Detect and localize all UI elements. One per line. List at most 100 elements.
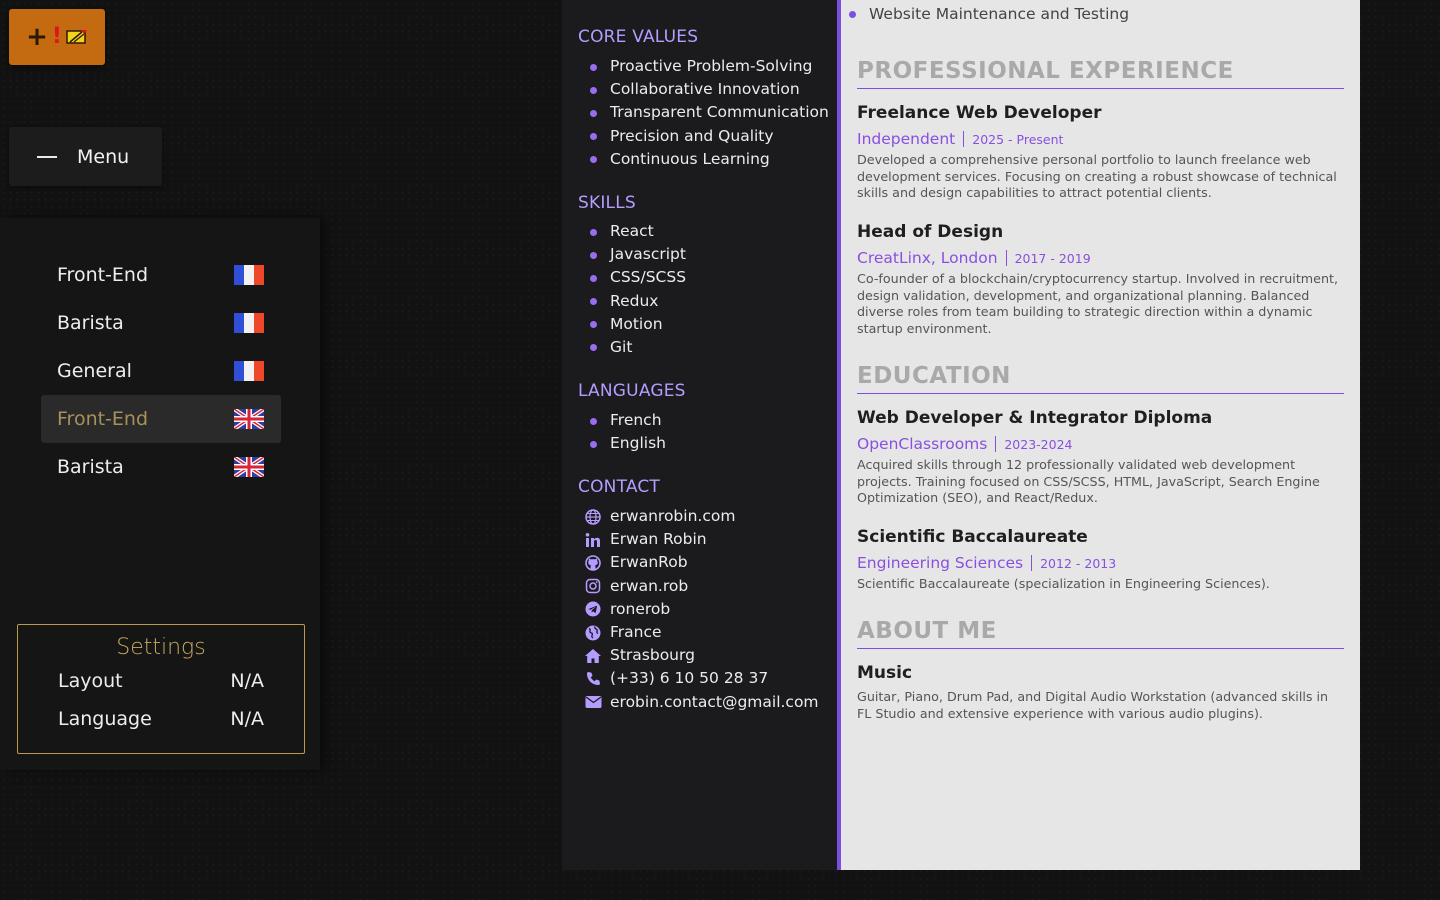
list-item: Motion xyxy=(589,313,686,336)
skills-title: SKILLS xyxy=(578,193,636,213)
list-item: English xyxy=(590,432,666,455)
uk-flag-icon xyxy=(234,457,264,477)
language-value: N/A xyxy=(230,708,264,730)
contact-text: erobin.contact@gmail.com xyxy=(610,692,819,711)
cv-item-barista-fr[interactable]: Barista xyxy=(41,299,281,347)
layout-setting[interactable]: Layout N/A xyxy=(18,670,304,692)
contact-country: France xyxy=(584,621,819,644)
entry-period: 2017 - 2019 xyxy=(1014,250,1091,266)
list-item: CSS/SCSS xyxy=(589,266,686,289)
contact-list: erwanrobin.com Erwan Robin ErwanRob erwa… xyxy=(584,505,819,714)
contact-instagram[interactable]: erwan.rob xyxy=(584,575,819,598)
instagram-icon xyxy=(584,577,602,595)
list-item: Precision and Quality xyxy=(590,125,829,148)
resume-main: Website Maintenance and Testing PROFESSI… xyxy=(841,0,1360,870)
entry-description: Guitar, Piano, Drum Pad, and Digital Aud… xyxy=(857,689,1329,721)
contact-text: ErwanRob xyxy=(610,553,688,572)
contact-city: Strasbourg xyxy=(584,644,819,667)
entry-separator xyxy=(995,436,997,452)
layout-label: Layout xyxy=(58,670,123,692)
entry-org: Independent xyxy=(857,130,956,148)
about-entry: Music Guitar, Piano, Drum Pad, and Digit… xyxy=(857,663,1345,722)
cv-item-label: Barista xyxy=(57,312,124,334)
france-flag-icon xyxy=(234,361,264,381)
entry-period: 2025 - Present xyxy=(972,131,1064,147)
home-icon xyxy=(584,647,602,665)
cv-item-barista-uk[interactable]: Barista xyxy=(41,443,281,491)
entry-title: Web Developer & Integrator Diploma xyxy=(857,408,1213,428)
entry-title: Music xyxy=(857,663,913,683)
entry-separator xyxy=(1031,555,1033,571)
contact-phone[interactable]: (+33) 6 10 50 28 37 xyxy=(584,667,819,690)
list-item: Transparent Communication xyxy=(590,101,829,124)
skills-list: React Javascript CSS/SCSS Redux Motion G… xyxy=(589,220,686,359)
about-heading: ABOUT ME xyxy=(857,618,1344,649)
cv-item-general-fr[interactable]: General xyxy=(41,347,281,395)
uk-flag-icon xyxy=(234,409,264,429)
core-values-list: Proactive Problem-Solving Collaborative … xyxy=(590,55,829,171)
entry-description: Scientific Baccalaureate (specialization… xyxy=(857,576,1270,591)
resume-sidebar: CORE VALUES Proactive Problem-Solving Co… xyxy=(562,0,838,870)
cv-item-frontend-fr[interactable]: Front-End xyxy=(41,251,281,299)
cv-item-label: General xyxy=(57,360,132,382)
contact-linkedin[interactable]: Erwan Robin xyxy=(584,528,819,551)
entry-title: Scientific Baccalaureate xyxy=(857,527,1088,547)
contact-text: Erwan Robin xyxy=(610,530,707,549)
france-flag-icon xyxy=(234,265,264,285)
layout-value: N/A xyxy=(230,670,264,692)
cv-selector-panel: Front-End Barista General Front-End Bari… xyxy=(0,218,320,770)
contact-github[interactable]: ErwanRob xyxy=(584,551,819,574)
list-item: French xyxy=(590,409,666,432)
list-item: Proactive Problem-Solving xyxy=(590,55,829,78)
experience-entry: Head of Design CreatLinx, London 2017 - … xyxy=(857,222,1345,338)
education-heading: EDUCATION xyxy=(857,363,1344,394)
education-entry: Scientific Baccalaureate Engineering Sci… xyxy=(857,527,1345,593)
entry-title: Head of Design xyxy=(857,222,1004,242)
entry-separator xyxy=(1005,250,1007,266)
app-badge-button[interactable]: + ! xyxy=(9,9,105,65)
experience-heading: PROFESSIONAL EXPERIENCE xyxy=(857,58,1344,89)
menu-label: Menu xyxy=(77,145,130,168)
language-setting[interactable]: Language N/A xyxy=(18,708,304,730)
linkedin-icon xyxy=(584,531,602,549)
contact-website[interactable]: erwanrobin.com xyxy=(584,505,819,528)
contact-text: erwan.rob xyxy=(610,576,689,595)
list-item: Git xyxy=(589,336,686,359)
core-values-title: CORE VALUES xyxy=(578,27,699,47)
cv-item-label: Barista xyxy=(57,456,124,478)
contact-telegram[interactable]: ronerob xyxy=(584,598,819,621)
phone-icon xyxy=(584,670,602,688)
cv-item-label: Front-End xyxy=(57,408,149,430)
alert-icon: ! xyxy=(51,24,62,49)
cv-item-label: Front-End xyxy=(57,264,149,286)
contact-text: (+33) 6 10 50 28 37 xyxy=(610,669,769,688)
contact-text: Strasbourg xyxy=(610,646,695,665)
entry-period: 2023-2024 xyxy=(1004,436,1073,452)
entry-org: Engineering Sciences xyxy=(857,554,1024,572)
entry-description: Co-founder of a blockchain/cryptocurrenc… xyxy=(857,271,1339,337)
list-item: React xyxy=(589,220,686,243)
list-item: Continuous Learning xyxy=(590,148,829,171)
language-label: Language xyxy=(58,708,152,730)
earth-icon xyxy=(584,624,602,642)
entry-separator xyxy=(963,131,965,147)
contact-text: France xyxy=(610,622,662,641)
list-item: Website Maintenance and Testing xyxy=(848,5,1130,23)
france-flag-icon xyxy=(234,313,264,333)
contact-title: CONTACT xyxy=(578,477,661,497)
list-item: Redux xyxy=(589,290,686,313)
list-item: Collaborative Innovation xyxy=(590,78,829,101)
globe-icon xyxy=(584,508,602,526)
collapse-icon xyxy=(37,155,57,158)
entry-description: Acquired skills through 12 professionall… xyxy=(857,457,1320,506)
entry-org: OpenClassrooms xyxy=(857,435,988,453)
telegram-icon xyxy=(584,600,602,618)
entry-org: CreatLinx, London xyxy=(857,249,998,267)
menu-toggle-button[interactable]: Menu xyxy=(9,127,162,186)
cv-item-frontend-uk[interactable]: Front-End xyxy=(41,395,281,443)
languages-list: French English xyxy=(590,409,666,455)
education-entry: Web Developer & Integrator Diploma OpenC… xyxy=(857,408,1345,507)
list-item: Javascript xyxy=(589,243,686,266)
contact-email[interactable]: erobin.contact@gmail.com xyxy=(584,691,819,714)
languages-title: LANGUAGES xyxy=(578,381,686,401)
